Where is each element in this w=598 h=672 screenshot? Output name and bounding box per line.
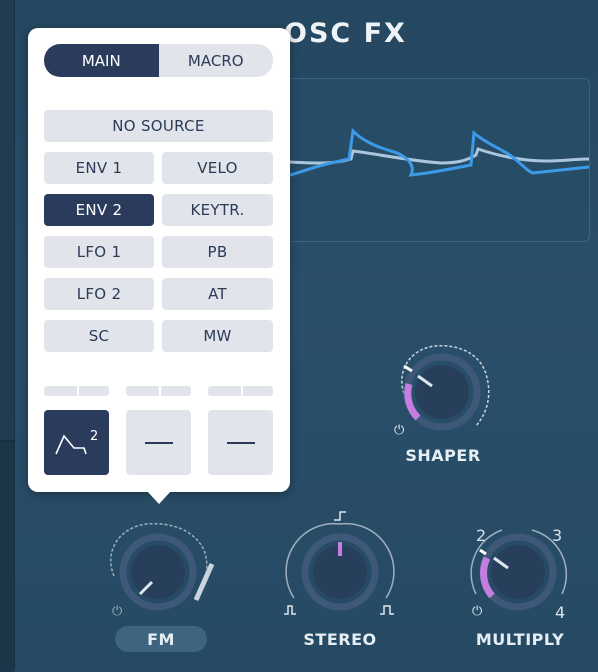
source-velo-button[interactable]: VELO [162, 152, 273, 184]
multiply-mark-2: 2 [476, 526, 487, 545]
mod-slot-1[interactable]: 2 [44, 410, 109, 475]
empty-slot-icon [226, 441, 255, 444]
shaper-knob-body [415, 365, 469, 419]
source-no-source-button[interactable]: NO SOURCE [44, 110, 273, 142]
shaper-indicator [403, 364, 413, 373]
waveform-primary-trace [271, 127, 589, 181]
stereo-right-icon [380, 605, 394, 615]
envelope-icon: 2 [54, 429, 98, 454]
source-env1-button[interactable]: ENV 1 [44, 152, 154, 184]
multiply-mark-4: 4 [555, 603, 566, 622]
source-lfo1-button[interactable]: LFO 1 [44, 236, 154, 268]
mod-slot-3[interactable] [208, 410, 273, 475]
modulation-source-popup: MAIN MACRO NO SOURCE ENV 1 VELO ENV 2 KE… [28, 28, 290, 492]
fm-label: FM [147, 630, 175, 649]
source-mw-button[interactable]: MW [162, 320, 273, 352]
source-lfo2-button[interactable]: LFO 2 [44, 278, 154, 310]
slot3-depth-bar[interactable] [208, 386, 273, 396]
fm-power-icon[interactable]: ⏻ [112, 604, 122, 619]
source-pb-button[interactable]: PB [162, 236, 273, 268]
sidebar-strip [0, 0, 15, 672]
stereo-label: STEREO [303, 630, 377, 649]
envelope-number-badge: 2 [90, 429, 98, 444]
waveform-svg [271, 127, 589, 181]
sidebar-notch [0, 440, 14, 672]
tab-macro[interactable]: MACRO [159, 44, 274, 77]
fm-mod-depth [193, 562, 215, 602]
multiply-power-icon[interactable]: ⏻ [472, 604, 482, 619]
waveform-display [270, 78, 590, 242]
popup-tab-switch: MAIN MACRO [44, 44, 273, 77]
shaper-label: SHAPER [405, 446, 481, 465]
multiply-knob-body [491, 545, 545, 599]
stereo-knob[interactable] [282, 510, 398, 620]
source-sc-button[interactable]: SC [44, 320, 154, 352]
multiply-value-arc [480, 556, 495, 599]
panel-title: OSC FX [284, 18, 407, 49]
empty-slot-icon [144, 441, 173, 444]
multiply-indicator [479, 548, 487, 556]
popup-pointer [146, 490, 172, 504]
slot2-depth-bar[interactable] [126, 386, 191, 396]
source-keytr-button[interactable]: KEYTR. [162, 194, 273, 226]
waveform-secondary-trace [271, 147, 589, 165]
multiply-label: MULTIPLY [475, 630, 565, 649]
stereo-mono-icon [334, 511, 346, 521]
tab-main[interactable]: MAIN [44, 44, 159, 77]
fm-knob-body [131, 545, 185, 599]
slot1-depth-bar[interactable] [44, 386, 109, 396]
shaper-power-icon[interactable]: ⏻ [394, 423, 404, 438]
fm-knob[interactable] [100, 516, 220, 616]
mod-slot-2[interactable] [126, 410, 191, 475]
multiply-mark-3: 3 [552, 526, 563, 545]
source-env2-button[interactable]: ENV 2 [44, 194, 154, 226]
source-at-button[interactable]: AT [162, 278, 273, 310]
stereo-left-icon [284, 605, 296, 615]
